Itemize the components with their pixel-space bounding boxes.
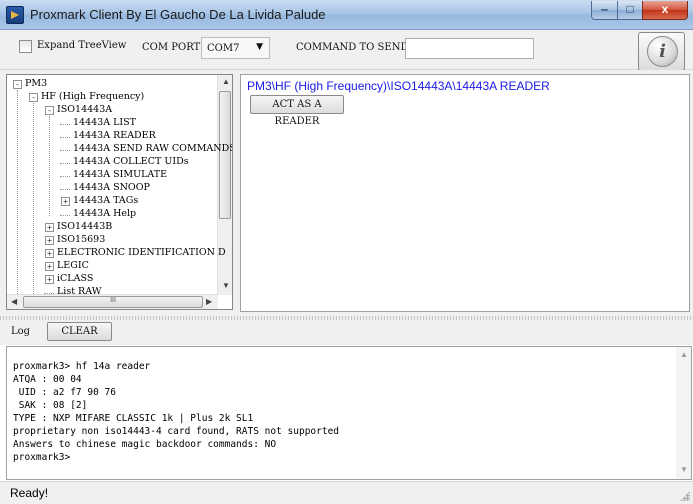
tree-item[interactable]: PM3 [25,78,47,89]
command-label: COMMAND TO SEND [296,42,409,53]
com-port-select[interactable]: COM7 ▼ [201,37,270,59]
log-line: Answers to chinese magic backdoor comman… [13,439,277,450]
title-bar: Proxmark Client By El Gaucho De La Livid… [0,0,693,30]
log-line: ATQA : 00 04 [13,374,82,385]
scroll-down-icon[interactable]: ▼ [680,465,688,474]
log-output[interactable]: ▲ ▼ proxmark3> hf 14a reader ATQA : 00 04… [6,346,692,480]
chevron-down-icon: ▼ [256,42,263,52]
command-tree[interactable]: ▲ ▼ ◀ III ▶ - PM3- HF (High Frequency) - ISO… [6,74,233,310]
log-line: UID : a2 f7 90 76 [13,387,116,398]
tree-item[interactable]: ISO15693 [57,234,105,245]
expand-icon[interactable]: + [61,197,70,206]
tree-item[interactable]: 14443A SIMULATE [73,169,167,180]
minimize-button[interactable]: ‒ [591,1,618,20]
log-vertical-scrollbar[interactable]: ▲ ▼ [676,347,691,479]
clear-button[interactable]: CLEAR [47,322,112,341]
command-input[interactable] [405,38,534,59]
maximize-button[interactable]: □ [617,1,643,20]
tree-item[interactable]: ISO14443B [57,221,112,232]
scroll-up-icon[interactable]: ▲ [222,77,230,86]
expand-icon[interactable]: + [45,275,54,284]
window-title: Proxmark Client By El Gaucho De La Livid… [30,7,326,22]
tree-horizontal-scrollbar[interactable]: ◀ III ▶ [7,294,218,309]
tree-item[interactable]: iCLASS [57,273,93,284]
expand-icon[interactable]: + [45,262,54,271]
tree-item[interactable]: LEGIC [57,260,89,271]
com-port-value: COM7 [207,43,240,54]
log-label: Log [11,326,31,337]
info-button[interactable]: i [638,32,685,71]
log-line: proprietary non iso14443-4 card found, R… [13,426,340,437]
tree-item[interactable]: HF (High Frequency) [41,91,144,102]
app-icon [6,6,24,24]
expand-treeview-label[interactable]: Expand TreeView [37,40,126,51]
close-button[interactable]: x [642,1,688,20]
expand-icon[interactable]: + [45,249,54,258]
tree-item[interactable]: 14443A SEND RAW COMMANDS [73,143,232,154]
com-port-label: COM PORT [142,42,201,53]
expand-icon[interactable]: + [45,223,54,232]
scroll-up-icon[interactable]: ▲ [680,350,688,359]
toolbar: Expand TreeView COM PORT COM7 ▼ COMMAND … [0,30,693,71]
tree-item[interactable]: ISO14443A [57,104,112,115]
tree-item[interactable]: List RAW [57,286,101,297]
collapse-icon[interactable]: - [29,93,38,102]
tree-item[interactable]: 14443A SNOOP [73,182,150,193]
tree-horizontal-scroll-thumb[interactable]: III [23,296,203,308]
scroll-down-icon[interactable]: ▼ [222,281,230,290]
resize-grip-icon[interactable] [680,491,690,501]
log-header: Log CLEAR [0,320,693,345]
command-path: PM3\HF (High Frequency)\ISO14443A\14443A… [247,79,550,93]
collapse-icon[interactable]: - [13,80,22,89]
tree-vertical-scroll-thumb[interactable] [219,91,231,219]
tree-item[interactable]: 14443A LIST [73,117,136,128]
log-line: TYPE : NXP MIFARE CLASSIC 1k | Plus 2k S… [13,413,254,424]
tree-item[interactable]: ELECTRONIC IDENTIFICATION D [57,247,226,258]
status-text: Ready! [10,486,49,500]
main-split: ▲ ▼ ◀ III ▶ - PM3- HF (High Frequency) - ISO… [0,70,693,316]
collapse-icon[interactable]: - [45,106,54,115]
act-as-reader-button[interactable]: ACT AS A READER [250,95,344,127]
tree-item[interactable]: 14443A COLLECT UIDs [73,156,189,167]
scroll-right-icon[interactable]: ▶ [206,297,212,306]
tree-item[interactable]: 14443A Help [73,208,136,219]
command-panel: PM3\HF (High Frequency)\ISO14443A\14443A… [240,74,690,312]
log-line: SAK : 08 [2] [13,400,88,411]
log-line: proxmark3> [13,452,71,463]
tree-vertical-scrollbar[interactable]: ▲ ▼ [217,75,232,295]
info-icon: i [647,36,678,67]
expand-treeview-checkbox[interactable] [19,40,32,53]
tree-item[interactable]: 14443A TAGs [73,195,138,206]
expand-icon[interactable]: + [45,236,54,245]
scroll-left-icon[interactable]: ◀ [11,297,17,306]
log-line: proxmark3> hf 14a reader [13,361,151,372]
tree-item[interactable]: 14443A READER [73,130,156,141]
status-bar: Ready! [0,481,693,504]
